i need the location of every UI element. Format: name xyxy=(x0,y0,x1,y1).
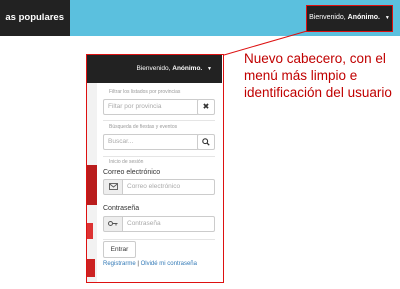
forgot-password-link[interactable]: Olvidé mi contraseña xyxy=(141,261,197,267)
divider xyxy=(103,120,215,121)
divider xyxy=(103,239,215,240)
login-section-label: Inicio de sesión xyxy=(109,159,144,165)
dropdown-header[interactable]: Bienvenido, Anónimo. ▼ xyxy=(87,55,222,83)
envelope-icon xyxy=(108,183,118,190)
province-filter-input[interactable]: Filtar por provincia xyxy=(103,99,199,115)
background-image-fragment xyxy=(87,223,93,239)
user-name: Anónimo. xyxy=(347,14,380,21)
email-label: Correo electrónico xyxy=(103,169,161,176)
envelope-icon-addon xyxy=(103,179,123,195)
top-navbar: as populares Bienvenido, Anónimo. ▼ xyxy=(0,0,400,36)
dropdown-user-name: Anónimo. xyxy=(172,65,203,72)
filter-section-label: Filtrar los listados por provincias xyxy=(109,89,181,95)
chevron-down-icon: ▼ xyxy=(207,66,212,72)
dropdown-content: Filtrar los listados por provincias Filt… xyxy=(97,83,222,282)
link-separator: | xyxy=(137,261,139,267)
user-greeting: Bienvenido, xyxy=(309,14,346,21)
search-icon xyxy=(202,138,210,146)
key-icon-addon xyxy=(103,216,123,232)
login-submit-button[interactable]: Entrar xyxy=(103,241,136,258)
background-image-fragment xyxy=(87,259,95,277)
search-button[interactable] xyxy=(197,134,215,150)
clear-filter-button[interactable]: ✖ xyxy=(197,99,215,115)
search-section-label: Búsqueda de fiestas y eventos xyxy=(109,124,178,130)
key-icon xyxy=(108,221,118,226)
background-page-strip xyxy=(87,83,97,282)
password-field[interactable]: Contraseña xyxy=(122,216,215,232)
email-field[interactable]: Correo electrónico xyxy=(122,179,215,195)
chevron-down-icon: ▼ xyxy=(384,15,390,21)
nav-item-label: as populares xyxy=(5,12,64,23)
register-link[interactable]: Registrarme xyxy=(103,261,136,267)
dropdown-greeting: Bienvenido, xyxy=(136,65,171,72)
annotation-text: Nuevo cabecero, con el menú más limpio e… xyxy=(244,51,392,100)
password-label: Contraseña xyxy=(103,205,140,212)
user-menu-toggle[interactable]: Bienvenido, Anónimo. ▼ xyxy=(306,5,393,32)
nav-item-populares[interactable]: as populares xyxy=(0,0,70,36)
divider xyxy=(103,156,215,157)
close-icon: ✖ xyxy=(202,102,210,111)
search-input[interactable]: Buscar... xyxy=(103,134,199,150)
user-dropdown-panel: Bienvenido, Anónimo. ▼ Filtrar los lista… xyxy=(86,54,224,283)
account-links: Registrarme | Olvidé mi contraseña xyxy=(103,261,197,267)
background-image-fragment xyxy=(87,165,97,205)
